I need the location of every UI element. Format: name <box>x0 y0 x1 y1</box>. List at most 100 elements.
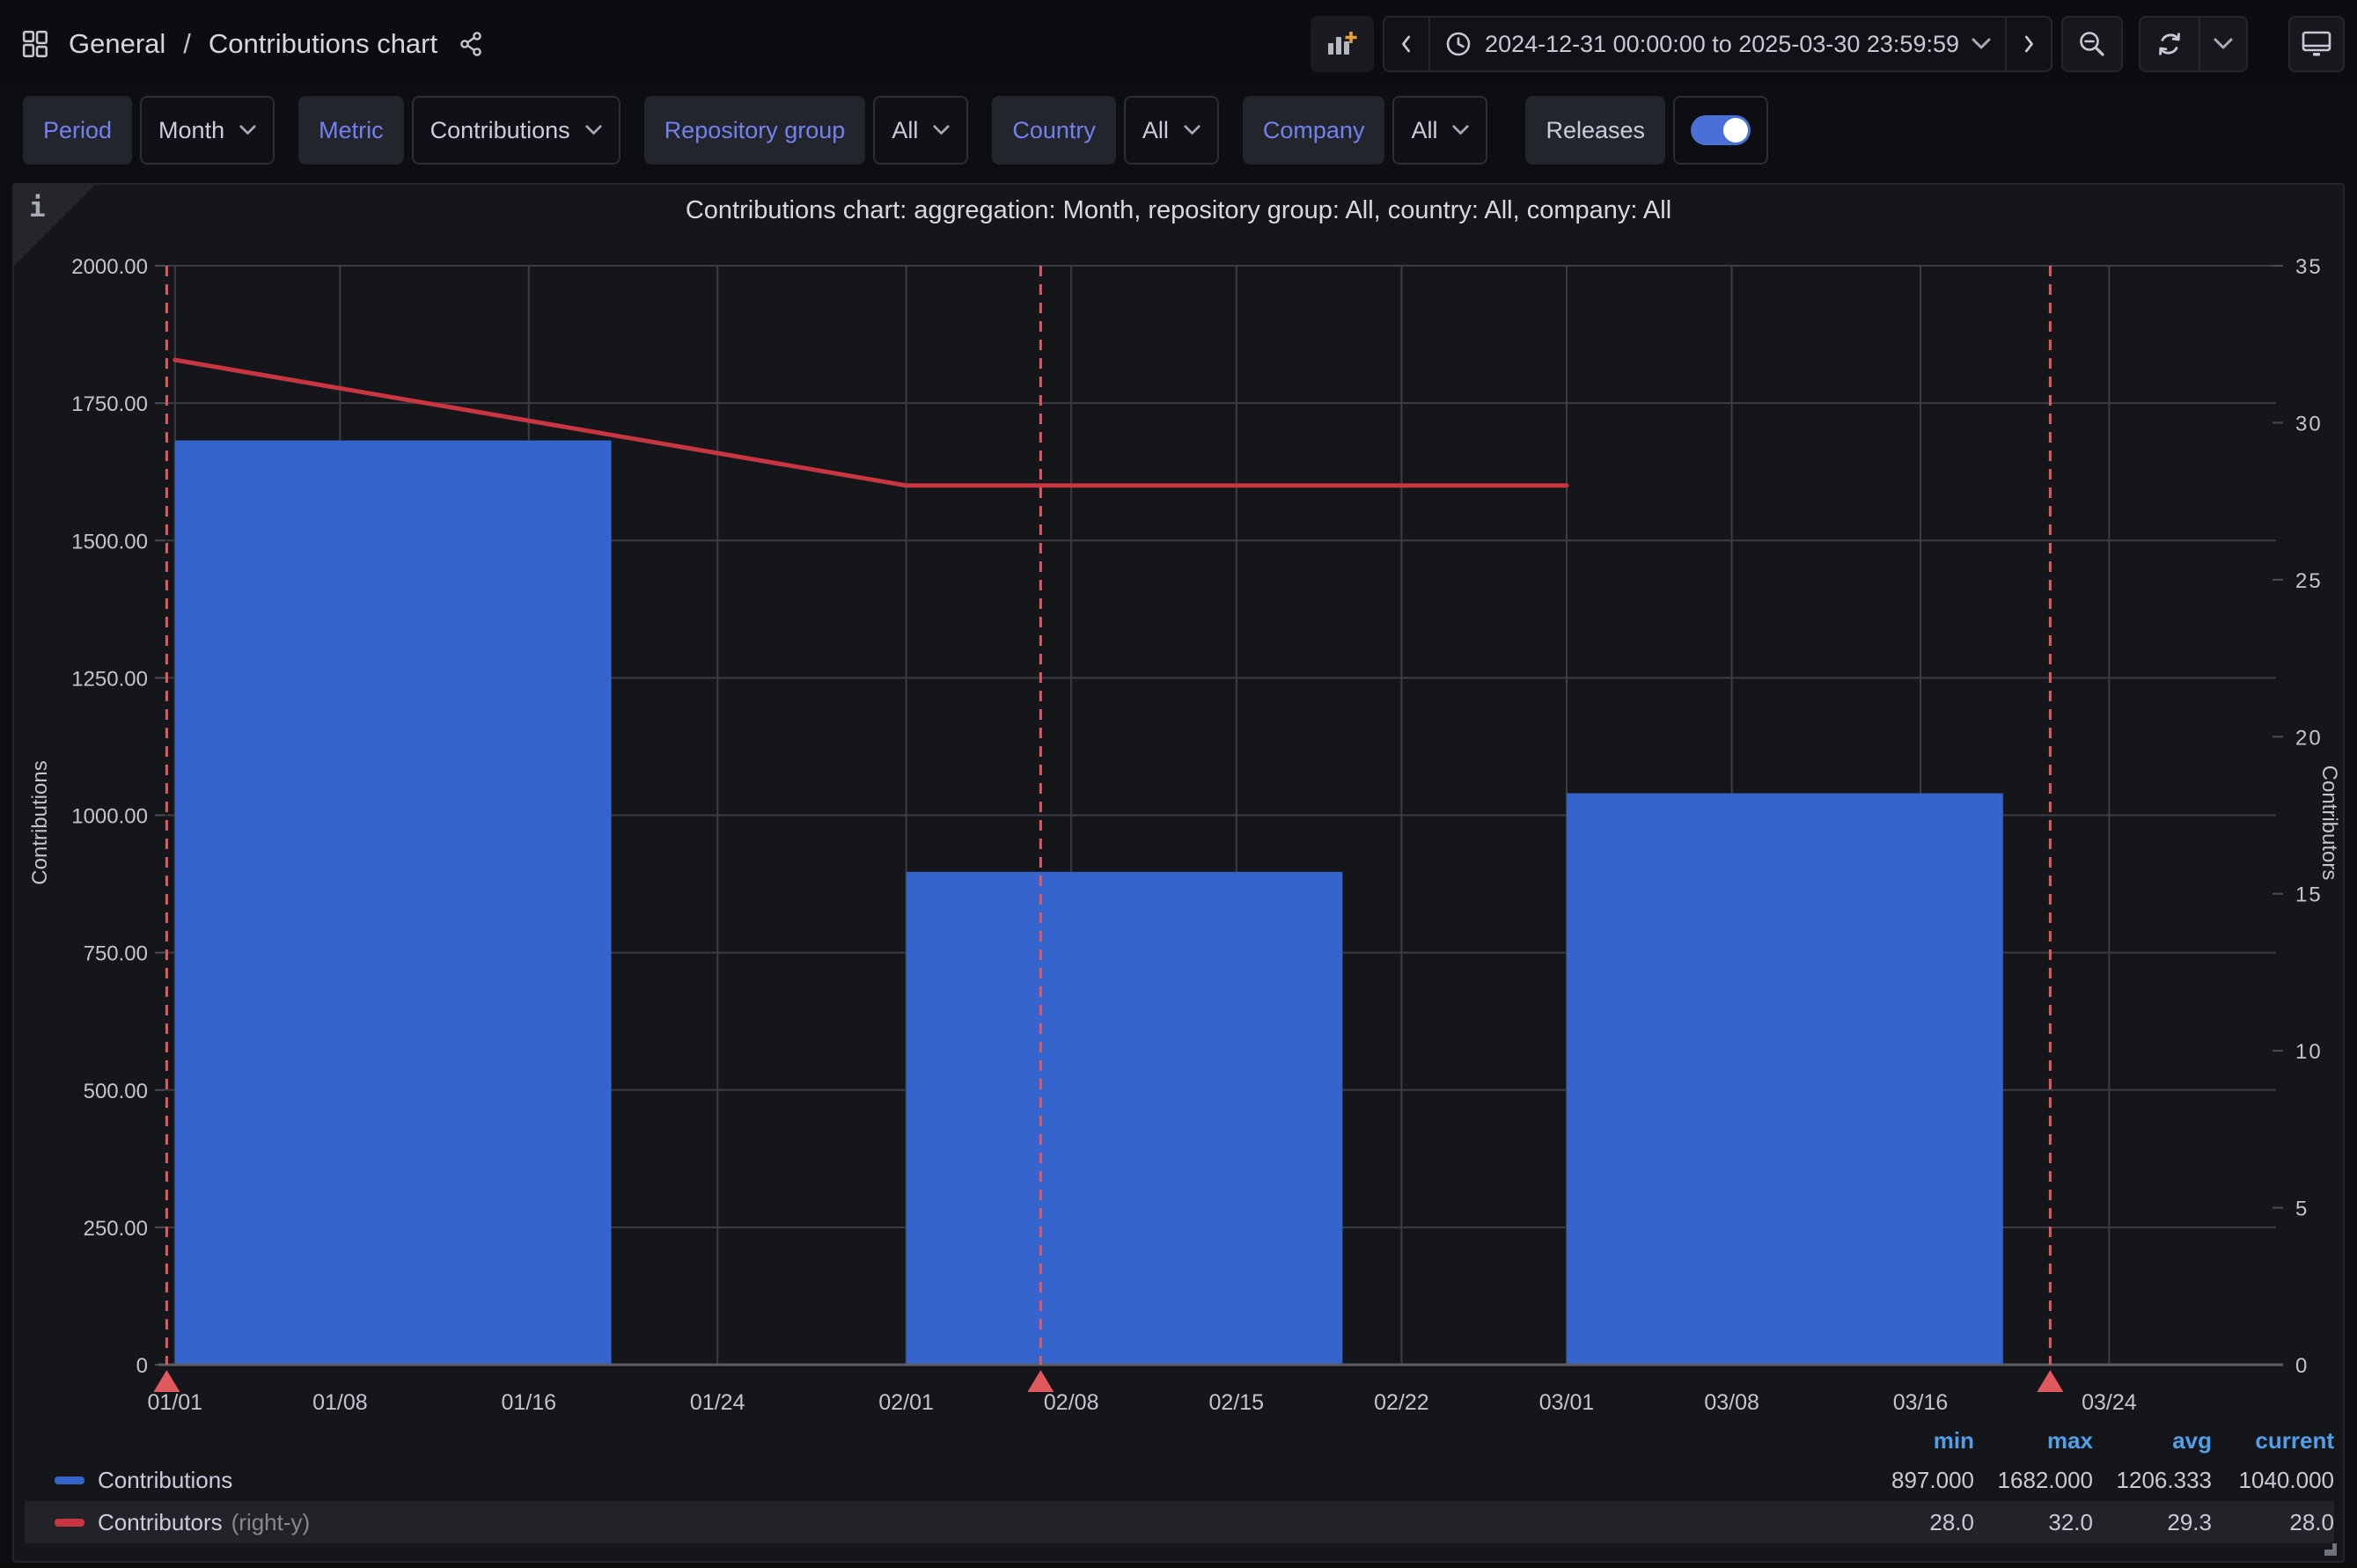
svg-text:35: 35 <box>2295 255 2323 279</box>
company-value: All <box>1411 117 1437 144</box>
stat-current: 1040.000 <box>2212 1467 2334 1494</box>
filter-bar: Period Month Metric Contributions Reposi… <box>0 88 2357 172</box>
breadcrumb-separator: / <box>183 28 191 60</box>
legend-col-avg[interactable]: avg <box>2093 1427 2212 1454</box>
country-select[interactable]: All <box>1124 96 1219 165</box>
legend-series-toggle[interactable]: Contributions <box>25 1467 1855 1494</box>
svg-text:15: 15 <box>2295 883 2323 907</box>
clock-icon <box>1444 30 1472 58</box>
breadcrumb: General / Contributions chart <box>21 28 485 60</box>
repository-group-select[interactable]: All <box>873 96 968 165</box>
breadcrumb-panel-title[interactable]: Contributions chart <box>209 28 437 60</box>
zoom-out-icon <box>2077 29 2107 59</box>
toolbar: 2024-12-31 00:00:00 to 2025-03-30 23:59:… <box>1311 16 2345 72</box>
chevron-down-icon <box>239 125 256 136</box>
legend-series-toggle[interactable]: Contributors (right-y) <box>25 1509 1855 1536</box>
svg-text:30: 30 <box>2295 412 2323 436</box>
svg-text:03/16: 03/16 <box>1893 1390 1949 1415</box>
toggle-knob <box>1723 118 1748 143</box>
svg-text:01/01: 01/01 <box>148 1390 203 1415</box>
time-shift-back-button[interactable] <box>1384 18 1428 70</box>
zoom-out-button[interactable] <box>2061 16 2123 72</box>
series-name: Contributors <box>98 1509 223 1536</box>
svg-text:1250.00: 1250.00 <box>71 667 148 691</box>
share-icon[interactable] <box>457 30 485 58</box>
filter-company: Company All <box>1243 96 1488 165</box>
filter-metric: Metric Contributions <box>298 96 620 165</box>
kiosk-mode-button[interactable] <box>2288 16 2345 72</box>
metric-select[interactable]: Contributions <box>412 96 620 165</box>
chart-svg[interactable]: 2000.001750.001500.001250.001000.00750.0… <box>14 185 2346 1443</box>
add-panel-button[interactable] <box>1311 16 1374 72</box>
repository-group-value: All <box>892 117 918 144</box>
period-select[interactable]: Month <box>140 96 275 165</box>
legend-col-min[interactable]: min <box>1855 1427 1974 1454</box>
legend-row-contributions: Contributions 897.000 1682.000 1206.333 … <box>25 1459 2334 1501</box>
time-range-picker[interactable]: 2024-12-31 00:00:00 to 2025-03-30 23:59:… <box>1428 18 2005 70</box>
refresh-interval-dropdown[interactable] <box>2199 18 2246 70</box>
svg-text:01/24: 01/24 <box>690 1390 745 1415</box>
metric-label: Metric <box>298 96 404 165</box>
filter-country: Country All <box>992 96 1219 165</box>
legend-row-contributors: Contributors (right-y) 28.0 32.0 29.3 28… <box>25 1501 2334 1543</box>
svg-text:02/08: 02/08 <box>1044 1390 1099 1415</box>
svg-text:02/22: 02/22 <box>1374 1390 1429 1415</box>
repository-group-label: Repository group <box>644 96 866 165</box>
stat-max: 1682.000 <box>1974 1467 2093 1494</box>
stat-avg: 1206.333 <box>2093 1467 2212 1494</box>
breadcrumb-dashboard[interactable]: General <box>69 28 165 60</box>
filter-period: Period Month <box>23 96 275 165</box>
stat-min: 897.000 <box>1855 1467 1974 1494</box>
time-shift-forward-button[interactable] <box>2005 18 2051 70</box>
legend-col-current[interactable]: current <box>2212 1427 2334 1454</box>
panel-resize-handle[interactable] <box>2316 1535 2339 1557</box>
svg-text:02/01: 02/01 <box>878 1390 934 1415</box>
dashboards-grid-icon[interactable] <box>21 29 51 59</box>
right-axis-title: Contributors <box>2317 766 2341 881</box>
chevron-left-icon <box>1399 31 1414 57</box>
filter-repository-group: Repository group All <box>644 96 969 165</box>
refresh-icon <box>2154 30 2185 58</box>
svg-text:10: 10 <box>2295 1040 2323 1064</box>
contributions-bars <box>175 441 2003 1365</box>
toggle-switch <box>1691 115 1751 145</box>
svg-text:2000.00: 2000.00 <box>71 255 148 279</box>
svg-text:03/08: 03/08 <box>1704 1390 1759 1415</box>
company-label: Company <box>1243 96 1385 165</box>
legend-col-max[interactable]: max <box>1974 1427 2093 1454</box>
chevron-down-icon <box>933 125 950 136</box>
chevron-down-icon <box>1184 125 1201 136</box>
stat-avg: 29.3 <box>2093 1509 2212 1536</box>
contributions-chart-panel: i Contributions chart: aggregation: Mont… <box>12 183 2345 1563</box>
stat-current: 28.0 <box>2212 1509 2334 1536</box>
refresh-button[interactable] <box>2140 18 2199 70</box>
series-color-swatch <box>55 1476 84 1484</box>
svg-text:1000.00: 1000.00 <box>71 805 148 829</box>
svg-text:5: 5 <box>2295 1198 2309 1221</box>
svg-text:01/08: 01/08 <box>312 1390 368 1415</box>
time-picker-group: 2024-12-31 00:00:00 to 2025-03-30 23:59:… <box>1383 16 2052 72</box>
chevron-right-icon <box>2021 31 2037 57</box>
chevron-down-icon <box>1972 38 1991 50</box>
svg-text:20: 20 <box>2295 726 2323 750</box>
period-value: Month <box>158 117 224 144</box>
chevron-down-icon <box>1452 125 1469 136</box>
stat-min: 28.0 <box>1855 1509 1974 1536</box>
stat-max: 32.0 <box>1974 1509 2093 1536</box>
series-color-swatch <box>55 1519 84 1527</box>
add-panel-icon <box>1325 28 1360 60</box>
page-bottom-strip <box>0 1563 2357 1568</box>
series-name: Contributions <box>98 1467 232 1494</box>
chevron-down-icon <box>2214 38 2233 50</box>
svg-text:03/01: 03/01 <box>1539 1390 1595 1415</box>
left-axis-title: Contributions <box>28 760 53 884</box>
company-select[interactable]: All <box>1392 96 1487 165</box>
metric-value: Contributions <box>430 117 570 144</box>
releases-toggle[interactable] <box>1673 96 1768 165</box>
svg-text:0: 0 <box>2295 1354 2309 1378</box>
svg-text:0: 0 <box>136 1354 148 1378</box>
country-value: All <box>1142 117 1169 144</box>
releases-label: Releases <box>1525 96 1665 165</box>
svg-text:750.00: 750.00 <box>84 942 148 966</box>
refresh-button-group <box>2139 16 2248 72</box>
